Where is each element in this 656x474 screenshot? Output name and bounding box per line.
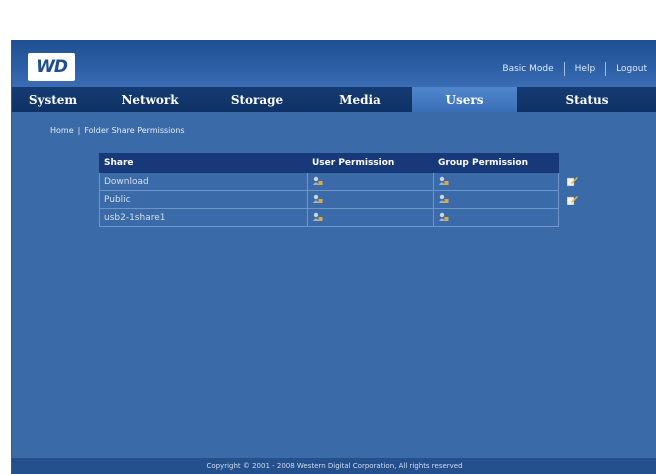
top-links: Basic Mode Help Logout [502, 62, 647, 76]
table-row: usb2-1share1 [99, 208, 559, 227]
share-name: Public [99, 190, 308, 209]
table-row: Public [99, 190, 559, 209]
edit-icon[interactable] [567, 176, 578, 186]
tab-users[interactable]: Users [412, 87, 517, 112]
top-links-divider [605, 62, 607, 76]
permission-icon[interactable] [312, 212, 323, 222]
share-name: Download [99, 172, 308, 191]
edit-icon[interactable] [567, 195, 578, 205]
main-nav: System Network Storage Media Users Statu… [12, 87, 656, 112]
permission-icon[interactable] [312, 194, 323, 204]
tab-system[interactable]: System [12, 87, 94, 112]
top-links-divider [563, 62, 565, 76]
user-permission-cell [307, 208, 434, 227]
tab-storage[interactable]: Storage [206, 87, 308, 112]
column-header-group-permission: Group Permission [433, 153, 559, 173]
table-row: Download [99, 172, 559, 191]
user-permission-cell [307, 190, 434, 209]
permission-icon[interactable] [438, 194, 449, 204]
share-permissions-table: Share User Permission Group Permission D… [99, 153, 559, 227]
footer: Copyright © 2001 - 2008 Western Digital … [12, 458, 656, 474]
column-header-user-permission: User Permission [307, 153, 434, 173]
permission-icon[interactable] [438, 176, 449, 186]
column-header-share: Share [99, 153, 308, 173]
permission-icon[interactable] [312, 176, 323, 186]
group-permission-cell [433, 208, 559, 227]
share-name: usb2-1share1 [99, 208, 308, 227]
table-header-row: Share User Permission Group Permission [99, 153, 559, 173]
app-frame: WD Basic Mode Help Logout System Network… [11, 40, 656, 474]
help-link[interactable]: Help [575, 64, 596, 74]
breadcrumb: Home | Folder Share Permissions [50, 126, 185, 135]
group-permission-cell [433, 172, 559, 191]
wd-logo: WD [28, 53, 75, 81]
tab-status[interactable]: Status [517, 87, 656, 112]
breadcrumb-current: Folder Share Permissions [84, 126, 185, 135]
user-permission-cell [307, 172, 434, 191]
permission-icon[interactable] [438, 212, 449, 222]
tab-media[interactable]: Media [308, 87, 412, 112]
group-permission-cell [433, 190, 559, 209]
breadcrumb-home[interactable]: Home [50, 126, 74, 135]
breadcrumb-separator: | [77, 126, 81, 135]
tab-network[interactable]: Network [94, 87, 206, 112]
basic-mode-link[interactable]: Basic Mode [502, 64, 553, 74]
header: WD Basic Mode Help Logout [12, 40, 656, 87]
logout-link[interactable]: Logout [616, 64, 647, 74]
